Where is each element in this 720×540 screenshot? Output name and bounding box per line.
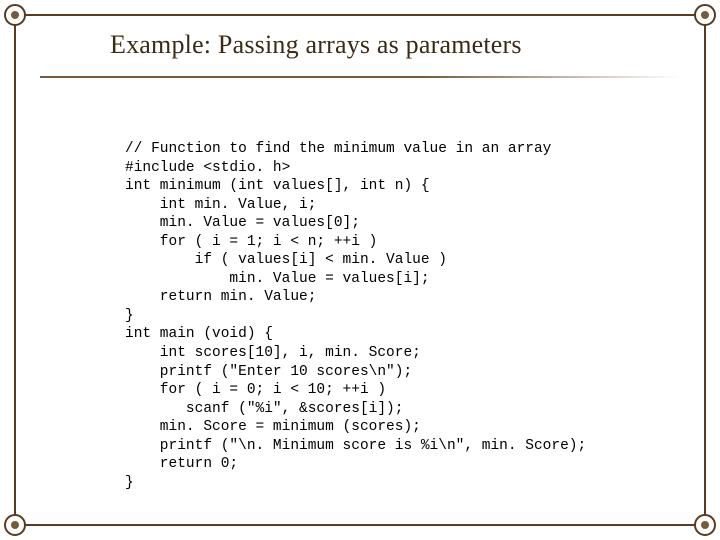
title-underline <box>40 76 680 78</box>
slide-title: Example: Passing arrays as parameters <box>110 30 522 60</box>
slide: Example: Passing arrays as parameters //… <box>0 0 720 540</box>
corner-ornament-icon <box>4 514 26 536</box>
corner-ornament-icon <box>4 4 26 26</box>
code-block: // Function to find the minimum value in… <box>125 140 586 492</box>
corner-ornament-icon <box>694 514 716 536</box>
corner-ornament-icon <box>694 4 716 26</box>
